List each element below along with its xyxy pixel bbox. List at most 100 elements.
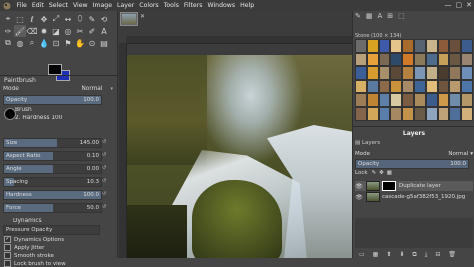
pattern-swatch[interactable] bbox=[449, 93, 462, 107]
checkbox-row[interactable]: Apply Jitter bbox=[4, 244, 44, 251]
checkbox[interactable] bbox=[4, 244, 11, 251]
slider-aspect-ratio[interactable]: Aspect Ratio 0.10 bbox=[3, 151, 102, 161]
opacity-slider[interactable]: Opacity 100.0 bbox=[3, 95, 102, 105]
pattern-swatch[interactable] bbox=[413, 52, 426, 67]
layer-mask-thumbnail[interactable] bbox=[382, 181, 396, 191]
pattern-swatch[interactable] bbox=[461, 79, 473, 94]
heal-tool-icon[interactable]: ✹ bbox=[38, 25, 50, 37]
image-tab-thumbnail[interactable] bbox=[120, 12, 138, 26]
pattern-swatch[interactable] bbox=[378, 66, 391, 80]
menu-help[interactable]: Help bbox=[238, 0, 257, 11]
maximize-button[interactable]: ▢ bbox=[456, 1, 463, 9]
mode-value[interactable]: Normal bbox=[82, 86, 103, 92]
pattern-swatch[interactable] bbox=[413, 39, 426, 53]
pattern-swatch[interactable] bbox=[449, 66, 462, 80]
menu-layer[interactable]: Layer bbox=[115, 0, 137, 11]
chevron-down-icon[interactable]: ▾ bbox=[470, 151, 473, 157]
reset-icon[interactable]: ↺ bbox=[102, 165, 106, 171]
menu-tools[interactable]: Tools bbox=[161, 0, 181, 11]
pattern-swatch[interactable] bbox=[402, 106, 414, 121]
fg-bg-color-selector[interactable] bbox=[48, 64, 70, 81]
pattern-swatch[interactable] bbox=[390, 66, 403, 80]
close-button[interactable]: ✕ bbox=[466, 1, 472, 9]
fill-tool-icon[interactable]: ◪ bbox=[50, 25, 62, 37]
palette-tab-icon[interactable]: ⬚ bbox=[398, 12, 405, 20]
foreground-color-swatch[interactable] bbox=[48, 64, 62, 75]
chevron-down-icon[interactable]: ▾ bbox=[110, 86, 113, 92]
lock-pixels-icon[interactable]: ✎ bbox=[372, 170, 377, 176]
pattern-swatch[interactable] bbox=[402, 39, 414, 53]
pattern-swatch[interactable] bbox=[355, 106, 367, 121]
canvas-image[interactable] bbox=[127, 55, 352, 258]
pattern-swatch[interactable] bbox=[378, 52, 391, 67]
layer-mode-row[interactable]: Mode Normal ▾ bbox=[355, 150, 473, 158]
checkbox-row[interactable]: Lock brush to view bbox=[4, 260, 66, 267]
rect-select-tool-icon[interactable]: ⬚ bbox=[14, 13, 26, 25]
blur-tool-icon[interactable]: 💧 bbox=[38, 37, 50, 49]
pattern-swatch[interactable] bbox=[366, 66, 379, 80]
patterns-tab-icon[interactable]: ▦ bbox=[366, 12, 373, 20]
clone-tool-icon[interactable]: ◎ bbox=[62, 25, 74, 37]
pattern-swatch[interactable] bbox=[355, 66, 367, 80]
pattern-swatch[interactable] bbox=[366, 106, 379, 121]
scissors-tool-icon[interactable]: ✂ bbox=[74, 25, 86, 37]
eraser-tool-icon[interactable]: ⌫ bbox=[26, 25, 38, 37]
smudge-tool-icon[interactable]: ◍ bbox=[14, 37, 26, 49]
pattern-swatch[interactable] bbox=[390, 39, 403, 53]
pattern-swatch[interactable] bbox=[366, 79, 379, 94]
pattern-swatch[interactable] bbox=[378, 93, 391, 107]
pattern-swatch[interactable] bbox=[461, 93, 473, 107]
pattern-swatch[interactable] bbox=[425, 79, 438, 94]
slider-spacing[interactable]: Spacing 10.3 bbox=[3, 177, 102, 187]
pattern-swatch[interactable] bbox=[390, 79, 403, 94]
pattern-swatch[interactable] bbox=[378, 39, 391, 53]
layer-row[interactable]: 👁 Duplicate layer bbox=[355, 181, 473, 191]
close-tab-icon[interactable]: ✕ bbox=[140, 13, 145, 20]
pattern-swatch[interactable] bbox=[437, 79, 450, 94]
layer-name[interactable]: cascade-g5af382f53_1920.jpg bbox=[382, 194, 465, 200]
dynamics-select[interactable]: Pressure Opacity bbox=[3, 225, 100, 235]
slider-hardness[interactable]: Hardness 100.0 bbox=[3, 190, 102, 200]
pattern-swatch[interactable] bbox=[425, 39, 438, 53]
pattern-swatch[interactable] bbox=[461, 106, 473, 121]
pattern-swatch[interactable] bbox=[402, 66, 414, 80]
slider-force[interactable]: Force 50.0 bbox=[3, 203, 102, 213]
checkbox[interactable] bbox=[4, 236, 11, 243]
pointer-tool-icon[interactable]: ⌖ bbox=[2, 13, 14, 25]
pattern-swatch[interactable] bbox=[355, 52, 367, 67]
lasso-tool-icon[interactable]: ℓ bbox=[26, 13, 38, 25]
menu-image[interactable]: Image bbox=[90, 0, 114, 11]
reset-icon[interactable]: ↺ bbox=[102, 178, 106, 184]
pattern-swatch[interactable] bbox=[390, 93, 403, 107]
lock-position-icon[interactable]: ✥ bbox=[379, 170, 384, 176]
pattern-swatch[interactable] bbox=[437, 66, 450, 80]
brush-row[interactable]: Brush bbox=[3, 106, 113, 114]
gradient-tool-icon[interactable]: ▤ bbox=[98, 37, 110, 49]
reset-icon[interactable]: ↺ bbox=[102, 139, 106, 145]
pattern-swatch[interactable] bbox=[461, 39, 473, 53]
pattern-swatch[interactable] bbox=[461, 66, 473, 80]
layer-mode-value[interactable]: Normal bbox=[448, 151, 468, 157]
horizontal-ruler[interactable] bbox=[126, 36, 352, 44]
eye-icon[interactable]: 👁 bbox=[355, 183, 363, 190]
lock-alpha-icon[interactable]: ▦ bbox=[387, 170, 392, 176]
ink-tool-icon[interactable]: ✑ bbox=[2, 25, 14, 37]
menu-windows[interactable]: Windows bbox=[205, 0, 238, 11]
slider-angle[interactable]: Angle 0.00 bbox=[3, 164, 102, 174]
brushes-tab-icon[interactable]: ✎ bbox=[355, 12, 361, 20]
pattern-swatch[interactable] bbox=[461, 52, 473, 67]
pattern-swatch[interactable] bbox=[355, 79, 367, 94]
pencil-tool-icon[interactable]: ✎ bbox=[86, 13, 98, 25]
pattern-swatch[interactable] bbox=[402, 52, 414, 67]
menu-filters[interactable]: Filters bbox=[181, 0, 205, 11]
mode-row[interactable]: Mode Normal ▾ bbox=[3, 85, 113, 93]
warp-tool-icon[interactable]: ⚑ bbox=[62, 37, 74, 49]
pattern-swatch[interactable] bbox=[390, 106, 403, 121]
pattern-swatch[interactable] bbox=[355, 93, 367, 107]
reset-icon[interactable]: ↺ bbox=[102, 191, 106, 197]
layer-row[interactable]: 👁 cascade-g5af382f53_1920.jpg bbox=[355, 192, 473, 202]
pattern-swatch[interactable] bbox=[390, 52, 403, 67]
menu-file[interactable]: File bbox=[14, 0, 29, 11]
pattern-swatch[interactable] bbox=[449, 106, 462, 121]
pattern-swatch[interactable] bbox=[425, 106, 438, 121]
